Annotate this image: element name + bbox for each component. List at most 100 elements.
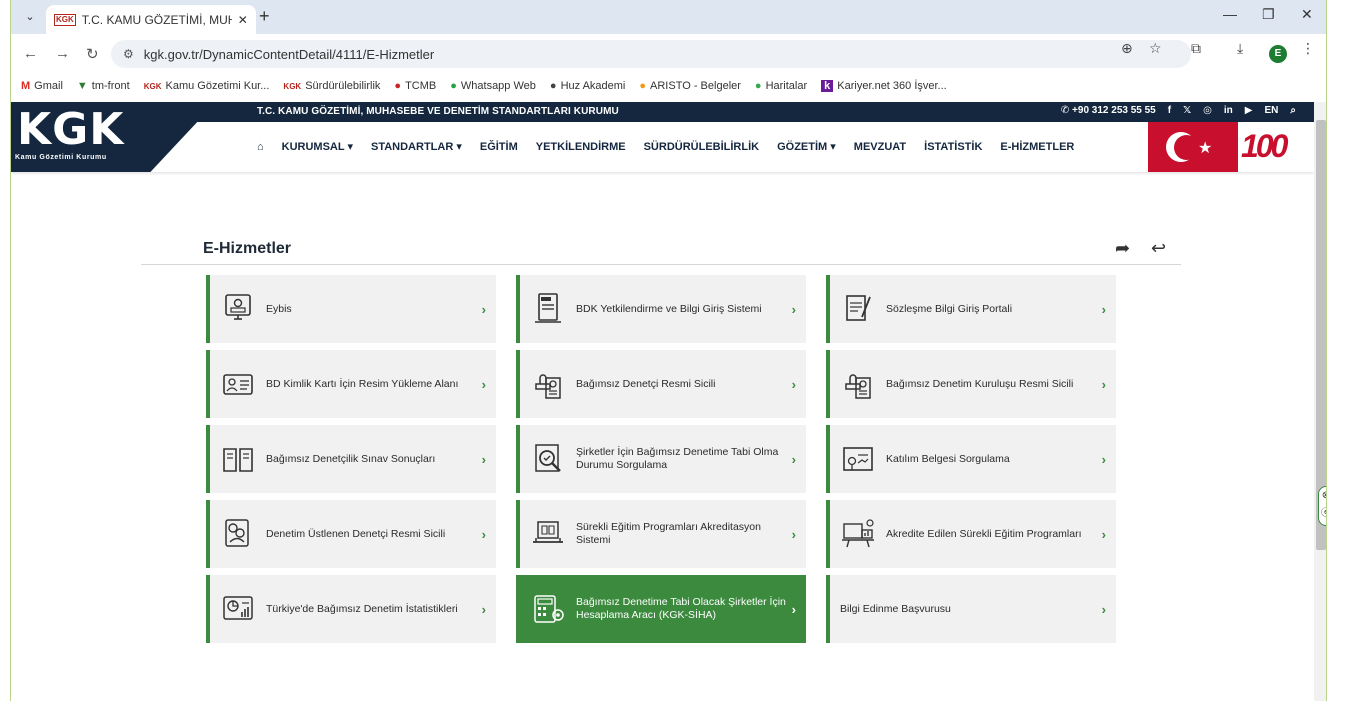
flag-star-icon: ★ [1198, 140, 1213, 157]
bookmark-kariyer[interactable]: k Kariyer.net 360 İşver... [821, 80, 947, 92]
language-switch[interactable]: EN [1264, 105, 1278, 116]
share-icon[interactable]: ➦ [1115, 238, 1130, 259]
bookmark-aristo[interactable]: ● ARISTO - Belgeler [639, 80, 741, 92]
service-card[interactable]: Bağımsız Denetçi Resmi Sicili › [516, 350, 806, 418]
tab-close-icon[interactable]: ✕ [238, 13, 248, 27]
service-card[interactable]: Bilgi Edinme Başvurusu › [826, 575, 1116, 643]
instagram-icon[interactable]: ◎ [1203, 105, 1212, 116]
logo-subtitle: Kamu Gözetimi Kurumu [15, 154, 107, 161]
bookmarks-bar: M Gmail ▼ tm-front KGK Kamu Gözetimi Kur...… [11, 74, 1326, 98]
kgk-favicon-icon: KGK [54, 13, 76, 26]
service-card-label: Sürekli Eğitim Programları Akreditasyon … [576, 521, 761, 546]
contract-icon [840, 291, 876, 327]
x-twitter-icon[interactable]: 𝕏 [1183, 105, 1191, 116]
browser-window: ⌄ KGK T.C. KAMU GÖZETİMİ, MUHASE ✕ + — ❐… [10, 0, 1327, 701]
org-title: T.C. KAMU GÖZETİMİ, MUHASEBE VE DENETİM … [257, 106, 619, 117]
chevron-right-icon: › [1101, 527, 1106, 542]
gmail-icon: M [21, 80, 31, 92]
service-card[interactable]: Akredite Edilen Sürekli Eğitim Programla… [826, 500, 1116, 568]
chevron-right-icon: › [791, 602, 796, 617]
bookmark-surdurulebilirlik[interactable]: KGK Sürdürülebilirlik [283, 80, 380, 92]
maps-pin-icon: ● [754, 80, 762, 92]
tab-list-button[interactable]: ⌄ [21, 8, 39, 26]
nav-egitim[interactable]: EĞİTİM [480, 141, 518, 153]
service-card[interactable]: Bağımsız Denetime Tabi Olacak Şirketler … [516, 575, 806, 643]
service-card-label: Akredite Edilen Sürekli Eğitim Programla… [886, 527, 1082, 540]
chevron-right-icon: › [481, 602, 486, 617]
close-window-icon[interactable]: ✕ [1301, 6, 1313, 23]
nav-istatistik[interactable]: İSTATİSTİK [924, 141, 982, 153]
minimize-icon[interactable]: — [1223, 6, 1237, 22]
stamp-icon [530, 366, 566, 402]
page-title: E-Hizmetler [203, 240, 292, 257]
service-card-grid: Eybis › BDK Yetkilendirme ve Bilgi Giriş S… [206, 275, 1116, 643]
nav-gozetim[interactable]: GÖZETİM ▾ [777, 140, 836, 153]
reload-icon[interactable]: ↻ [86, 45, 99, 63]
service-card[interactable]: Sürekli Eğitim Programları Akreditasyon … [516, 500, 806, 568]
download-icon[interactable]: ⤓ [1237, 40, 1243, 57]
magnifier-icon [530, 441, 566, 477]
bookmark-star-icon[interactable]: ☆ [1149, 40, 1162, 57]
auditor-icon [220, 516, 256, 552]
nav-kurumsal[interactable]: KURUMSAL ▾ [282, 140, 353, 153]
bookmark-haritalar[interactable]: ● Haritalar [755, 80, 807, 92]
profile-avatar[interactable]: E [1269, 45, 1287, 63]
bookmark-huz-akademi[interactable]: ● Huz Akademi [550, 80, 625, 92]
service-card-label: Eybis [266, 302, 292, 315]
nav-mevzuat[interactable]: MEVZUAT [854, 141, 906, 153]
bookmark-tm-front[interactable]: ▼ tm-front [77, 80, 130, 92]
accessibility-widget[interactable]: ⊗ⓔ [1318, 486, 1326, 526]
extensions-icon[interactable]: ⧉ [1191, 40, 1201, 57]
monitor-icon [220, 291, 256, 327]
nav-yetkilendirme[interactable]: YETKİLENDİRME [536, 141, 626, 153]
facebook-icon[interactable]: f [1168, 105, 1171, 116]
page-scrollbar[interactable] [1314, 102, 1326, 701]
search-icon[interactable]: ⌕ [1290, 105, 1296, 116]
service-card[interactable]: Şirketler İçin Bağımsız Denetime Tabi Ol… [516, 425, 806, 493]
new-tab-button[interactable]: + [259, 6, 270, 27]
menu-kebab-icon[interactable]: ⋮ [1301, 40, 1315, 57]
bookmark-kgk[interactable]: KGK Kamu Gözetimi Kur... [144, 80, 270, 92]
nav-standartlar[interactable]: STANDARTLAR ▾ [371, 140, 462, 153]
service-card[interactable]: Katılım Belgesi Sorgulama › [826, 425, 1116, 493]
home-icon[interactable]: ⌂ [257, 141, 264, 153]
chevron-right-icon: › [1101, 452, 1106, 467]
restore-icon[interactable]: ❐ [1262, 6, 1275, 23]
bookmark-tcmb[interactable]: ● TCMB [394, 80, 436, 92]
chevron-right-icon: › [1101, 302, 1106, 317]
nav-e-hizmetler[interactable]: E-HİZMETLER [1000, 141, 1074, 153]
address-bar[interactable]: ⚙ kgk.gov.tr/DynamicContentDetail/4111/E… [111, 40, 1191, 68]
service-card[interactable]: Bağımsız Denetçilik Sınav Sonuçları › [206, 425, 496, 493]
bookmark-gmail[interactable]: M Gmail [21, 80, 63, 92]
site-info-icon[interactable]: ⚙ [123, 47, 134, 61]
service-card-label: BDK Yetkilendirme ve Bilgi Giriş Sistemi [576, 302, 762, 315]
browser-tab-active[interactable]: KGK T.C. KAMU GÖZETİMİ, MUHASE ✕ [46, 5, 256, 34]
service-card-label: Katılım Belgesi Sorgulama [886, 452, 1010, 465]
service-card[interactable]: Türkiye'de Bağımsız Denetim İstatistikle… [206, 575, 496, 643]
turkish-flag-image: ★ [1148, 122, 1238, 172]
nav-surdurulebilirlik[interactable]: SÜRDÜRÜLEBİLİRLİK [644, 141, 760, 153]
service-card[interactable]: BD Kimlik Kartı İçin Resim Yükleme Alanı… [206, 350, 496, 418]
phone-link[interactable]: ✆ +90 312 253 55 55 [1061, 105, 1156, 116]
chevron-right-icon: › [791, 377, 796, 392]
service-card[interactable]: Denetim Üstlenen Denetçi Resmi Sicili › [206, 500, 496, 568]
title-divider [141, 264, 1181, 265]
youtube-icon[interactable]: ▶ [1245, 105, 1253, 116]
back-reply-icon[interactable]: ↩ [1151, 238, 1166, 259]
service-card-label: Bağımsız Denetçilik Sınav Sonuçları [266, 452, 436, 465]
bookmark-whatsapp[interactable]: ● Whatsapp Web [450, 80, 536, 92]
calculator-icon [530, 591, 566, 627]
zoom-icon[interactable]: ⊕ [1121, 40, 1133, 57]
linkedin-icon[interactable]: in [1224, 105, 1233, 116]
service-card[interactable]: Bağımsız Denetim Kuruluşu Resmi Sicili › [826, 350, 1116, 418]
document-icon [530, 291, 566, 327]
main-navigation: ⌂ KURUMSAL ▾ STANDARTLAR ▾ EĞİTİM YETKİL… [257, 140, 1074, 154]
url-text: kgk.gov.tr/DynamicContentDetail/4111/E-H… [143, 46, 435, 62]
service-card[interactable]: BDK Yetkilendirme ve Bilgi Giriş Sistemi… [516, 275, 806, 343]
browser-toolbar: ← → ↻ ⚙ kgk.gov.tr/DynamicContentDetail/… [11, 34, 1326, 74]
service-card[interactable]: Sözleşme Bilgi Giriş Portali › [826, 275, 1116, 343]
forward-arrow-icon[interactable]: → [55, 45, 70, 62]
service-card[interactable]: Eybis › [206, 275, 496, 343]
chevron-right-icon: › [481, 527, 486, 542]
back-arrow-icon[interactable]: ← [23, 45, 38, 62]
